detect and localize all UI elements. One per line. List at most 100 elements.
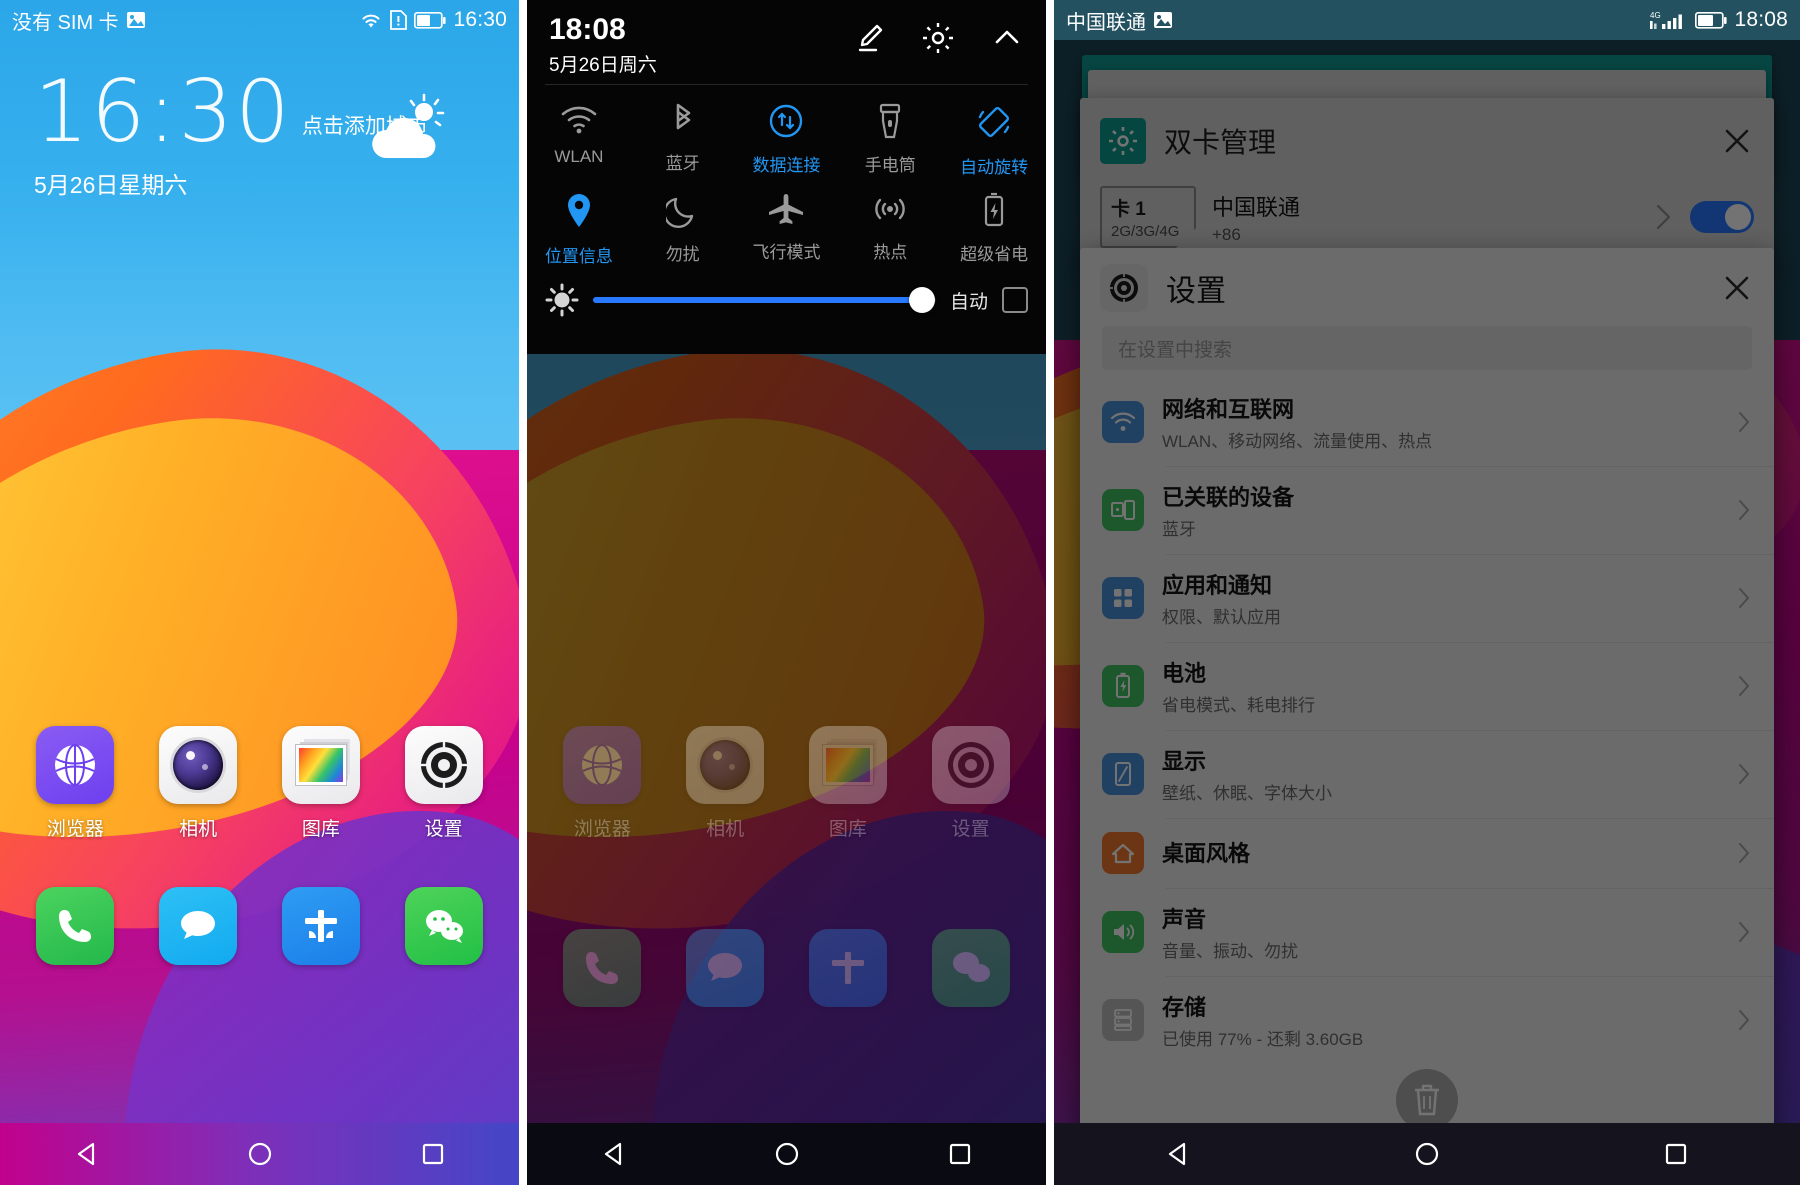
browser-icon	[36, 726, 115, 804]
shade-date: 5月26日周六	[549, 54, 657, 76]
app-label: 相机	[179, 819, 218, 840]
app-messages[interactable]	[146, 887, 250, 975]
tile-super-power-saving[interactable]: 超级省电	[942, 184, 1046, 273]
app-messages	[673, 929, 777, 1007]
app-phone[interactable]	[23, 887, 127, 975]
gear-icon[interactable]	[920, 20, 956, 56]
app-row-2	[0, 887, 519, 975]
tile-label: 手电筒	[864, 156, 916, 175]
status-bar: 中国联通 4G 18:08	[1054, 0, 1800, 40]
phone-icon	[36, 887, 115, 965]
tile-airplane-mode[interactable]: 飞行模式	[735, 184, 839, 273]
tile-bluetooth[interactable]: 蓝牙	[631, 95, 735, 184]
tile-label: 蓝牙	[665, 154, 700, 173]
tile-label: WLAN	[554, 147, 604, 166]
status-bar: 没有 SIM 卡 16:30	[0, 0, 519, 40]
camera-icon	[686, 726, 765, 804]
app-browser: 浏览器	[550, 726, 654, 841]
status-carrier: 中国联通	[1066, 11, 1146, 34]
screenshot-icon	[126, 11, 146, 29]
back-button[interactable]	[599, 1139, 629, 1169]
status-time: 16:30	[453, 8, 507, 31]
notification-shade: 18:08 5月26日周六 WLAN 蓝牙 数据连接 手电筒 自动旋转 位置信息…	[527, 0, 1046, 354]
panel-home-screen: 没有 SIM 卡 16:30 16:30 点击添加城市 5月26日星期六 浏览器…	[0, 0, 519, 1185]
brightness-icon	[545, 283, 579, 317]
app-camera: 相机	[673, 726, 777, 841]
tile-hotspot[interactable]: 热点	[838, 184, 942, 273]
messages-icon	[159, 887, 238, 965]
phone-icon	[563, 929, 642, 1007]
app-grid-dimmed: 浏览器 相机 图库 设置	[527, 726, 1046, 1007]
back-button[interactable]	[1163, 1139, 1193, 1169]
app-appstore[interactable]	[269, 887, 373, 975]
tile-data-connection[interactable]: 数据连接	[735, 95, 839, 184]
tile-label: 数据连接	[752, 156, 821, 175]
browser-icon	[563, 726, 642, 804]
three-screenshot-comparison: 没有 SIM 卡 16:30 16:30 点击添加城市 5月26日星期六 浏览器…	[0, 0, 1800, 1185]
app-appstore	[796, 929, 900, 1007]
app-wechat[interactable]	[392, 887, 496, 975]
app-label: 相机	[706, 819, 745, 840]
brightness-slider[interactable]	[593, 287, 936, 313]
tile-location[interactable]: 位置信息	[527, 184, 631, 273]
messages-icon	[686, 929, 765, 1007]
tile-auto-rotate[interactable]: 自动旋转	[942, 95, 1046, 184]
home-button[interactable]	[245, 1139, 275, 1169]
chevron-up-icon[interactable]	[990, 21, 1024, 55]
tile-label: 自动旋转	[960, 158, 1029, 177]
panel-quick-settings: 浏览器 相机 图库 设置 18:08 5月26日周六 WLAN 蓝牙 数据连接 …	[527, 0, 1046, 1185]
settings-icon	[404, 726, 483, 804]
scrim[interactable]	[1054, 0, 1800, 1185]
app-label: 图库	[828, 819, 867, 840]
panel-separator	[519, 0, 527, 1185]
panel-separator-2	[1046, 0, 1054, 1185]
navigation-bar	[0, 1123, 519, 1185]
edit-pencil-icon[interactable]	[852, 21, 886, 55]
app-row-2	[527, 929, 1046, 1007]
tile-flashlight[interactable]: 手电筒	[838, 95, 942, 184]
app-row-1: 浏览器 相机 图库 设置	[0, 726, 519, 841]
settings-icon	[931, 726, 1010, 804]
appstore-icon	[808, 929, 887, 1007]
home-button[interactable]	[1412, 1139, 1442, 1169]
app-phone	[550, 929, 654, 1007]
tile-label: 飞行模式	[752, 243, 821, 262]
app-gallery: 图库	[796, 726, 900, 841]
app-gallery[interactable]: 图库	[269, 726, 373, 841]
recents-button[interactable]	[418, 1139, 448, 1169]
app-browser[interactable]: 浏览器	[23, 726, 127, 841]
weather-icon[interactable]	[360, 92, 452, 170]
battery-icon	[414, 11, 447, 29]
app-camera[interactable]: 相机	[146, 726, 250, 841]
clock-time: 16:30	[34, 62, 292, 162]
auto-brightness-label: 自动	[949, 291, 988, 313]
navigation-bar	[527, 1123, 1046, 1185]
screenshot-icon	[1153, 11, 1173, 29]
tile-label: 超级省电	[960, 245, 1029, 264]
status-time: 18:08	[1734, 8, 1788, 31]
app-settings[interactable]: 设置	[392, 726, 496, 841]
wifi-icon	[359, 11, 383, 29]
shade-header: 18:08 5月26日周六	[527, 0, 1046, 80]
sim-alert-icon	[390, 10, 408, 30]
recents-button[interactable]	[1661, 1139, 1691, 1169]
recents-button[interactable]	[945, 1139, 975, 1169]
app-row-1: 浏览器 相机 图库 设置	[527, 726, 1046, 841]
tile-dnd[interactable]: 勿扰	[631, 184, 735, 273]
clock-date: 5月26日星期六	[34, 171, 188, 198]
home-button[interactable]	[772, 1139, 802, 1169]
back-button[interactable]	[72, 1139, 102, 1169]
app-settings: 设置	[919, 726, 1023, 841]
signal-icon: 4G	[1650, 10, 1688, 30]
tile-wlan[interactable]: WLAN	[527, 95, 631, 184]
tile-label: 位置信息	[544, 247, 613, 266]
panel-settings: 中国联通 4G 18:08	[1054, 0, 1800, 1185]
app-label: 浏览器	[46, 819, 104, 840]
shade-time: 18:08	[549, 13, 626, 46]
brightness-row: 自动	[527, 273, 1046, 317]
gallery-icon	[808, 726, 887, 804]
auto-brightness-checkbox[interactable]	[1002, 287, 1028, 313]
status-carrier: 没有 SIM 卡	[12, 11, 119, 34]
quick-settings-tiles: WLAN 蓝牙 数据连接 手电筒 自动旋转 位置信息 勿扰 飞行模式 热点 超级…	[527, 85, 1046, 273]
svg-text:4G: 4G	[1650, 11, 1661, 20]
